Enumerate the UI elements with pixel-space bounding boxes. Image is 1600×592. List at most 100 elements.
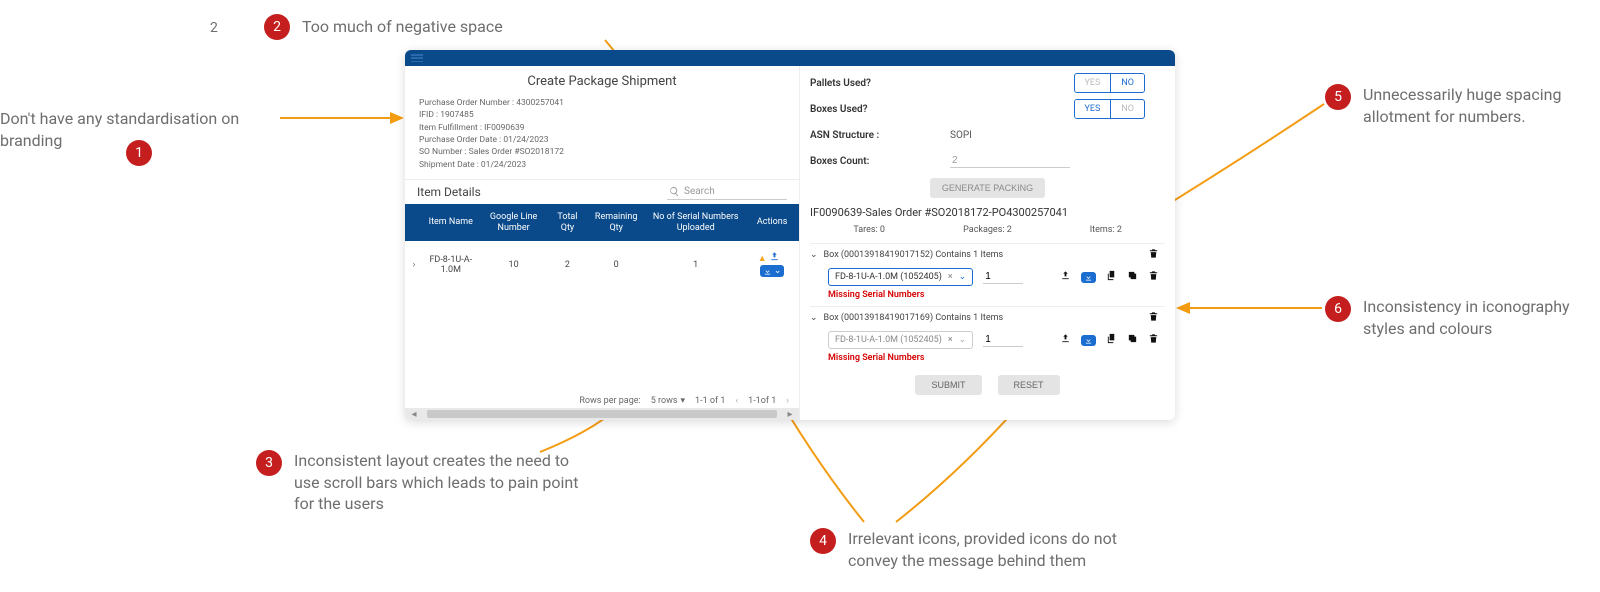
box-2-item-chip[interactable]: FD-8-1U-A-1.0M (1052405) × ⌄ (828, 331, 973, 349)
box-2-chevron-icon[interactable]: ⌄ (810, 313, 818, 323)
annotation-2-text: Too much of negative space (302, 16, 503, 38)
download-pill-caret: ⌄ (774, 266, 782, 276)
box-2: ⌄ Box (00013918419017169) Contains 1 Ite… (810, 306, 1165, 369)
scroll-right-icon[interactable]: ▸ (781, 408, 799, 420)
box-1-chevron-icon[interactable]: ⌄ (810, 250, 818, 260)
box-2-header: ⌄ Box (00013918419017169) Contains 1 Ite… (810, 311, 1165, 325)
box-2-body: FD-8-1U-A-1.0M (1052405) × ⌄ (810, 325, 1165, 351)
box-1-delete-icon[interactable] (1148, 248, 1159, 262)
app-topbar (405, 50, 1175, 66)
search-input-wrap[interactable]: Search (667, 184, 787, 200)
box-2-chip-text: FD-8-1U-A-1.0M (1052405) (835, 335, 942, 345)
scroll-thumb[interactable] (427, 410, 777, 418)
row-asn: ASN Structure : SOPI (810, 122, 1165, 148)
horizontal-scrollbar[interactable]: ◂ ▸ (405, 408, 799, 420)
so-value: Sales Order #SO2018172 (469, 147, 564, 157)
box-2-title: Box (00013918419017169) Contains 1 Items (824, 313, 1004, 323)
podate-label: Purchase Order Date : (419, 135, 501, 145)
boxes-label: Boxes Used? (810, 104, 950, 115)
badge-4: 4 (810, 528, 836, 554)
cell-actions: ▲ ⌄ (745, 241, 799, 289)
badge-6: 6 (1325, 296, 1351, 322)
box-2-chip-clear-icon[interactable]: × (948, 335, 953, 345)
pallets-yes[interactable]: YES (1075, 74, 1111, 92)
hamburger-icon[interactable] (411, 54, 423, 62)
generate-packing-button[interactable]: GENERATE PACKING (930, 178, 1045, 198)
app-window: Create Package Shipment Purchase Order N… (405, 50, 1175, 420)
th-name: Item Name (423, 204, 479, 242)
ifid-value: 1907485 (440, 110, 473, 120)
rows-per-page-label: Rows per page: (579, 396, 640, 406)
th-serials: No of Serial Numbers Uploaded (646, 204, 745, 242)
count-label: Boxes Count: (810, 156, 950, 167)
ship-value: 01/24/2023 (481, 160, 526, 170)
summary-row: Tares: 0 Packages: 2 Items: 2 (810, 223, 1165, 243)
po-label: Purchase Order Number : (419, 98, 514, 108)
cell-gln: 10 (479, 241, 549, 289)
warning-icon[interactable]: ▲ (758, 253, 767, 264)
right-pane: Pallets Used? YES NO Boxes Used? YES NO … (800, 66, 1175, 420)
annotation-4-text: Irrelevant icons, provided icons do not … (848, 528, 1128, 571)
box-1-error: Missing Serial Numbers (810, 288, 1165, 300)
pager-prev[interactable]: ‹ (735, 396, 738, 406)
download-pill[interactable]: ⌄ (760, 265, 785, 277)
box-1-duplicate-icon[interactable] (1127, 270, 1138, 284)
th-expand (405, 204, 423, 242)
item-details-title: Item Details (417, 185, 481, 199)
box-2-upload-icon[interactable] (1060, 333, 1071, 347)
pager-counter-1: 1-1 of 1 (695, 396, 725, 406)
podate-value: 01/24/2023 (503, 135, 548, 145)
badge-1: 1 (126, 140, 152, 166)
asn-label: ASN Structure : (810, 130, 950, 141)
reset-button[interactable]: RESET (998, 375, 1060, 395)
box-1-download-pill[interactable] (1081, 272, 1096, 283)
box-2-delete-icon[interactable] (1148, 311, 1159, 325)
boxes-toggle[interactable]: YES NO (1074, 99, 1146, 119)
items-table: Item Name Google Line Number Total Qty R… (405, 204, 799, 289)
pallets-label: Pallets Used? (810, 78, 950, 89)
row-count: Boxes Count: (810, 148, 1165, 174)
box-1-title: Box (00013918419017152) Contains 1 Items (824, 250, 1004, 260)
box-2-download-pill[interactable] (1081, 335, 1096, 346)
submit-button[interactable]: SUBMIT (915, 375, 981, 395)
box-2-qty-input[interactable] (983, 333, 1023, 347)
rows-per-page-select[interactable]: 5 rows ▾ (651, 396, 685, 406)
summary-items: Items: 2 (1047, 225, 1165, 235)
pallets-toggle[interactable]: YES NO (1074, 73, 1146, 93)
box-1-chip-clear-icon[interactable]: × (948, 272, 953, 282)
box-2-copy-icon[interactable] (1106, 333, 1117, 347)
summary-tares: Tares: 0 (810, 225, 928, 235)
boxes-yes[interactable]: YES (1075, 100, 1112, 118)
box-2-chip-caret-icon[interactable]: ⌄ (959, 335, 967, 345)
annotation-6: 6 Inconsistency in iconography styles an… (1325, 296, 1600, 339)
box-2-duplicate-icon[interactable] (1127, 333, 1138, 347)
box-2-trash-icon[interactable] (1148, 333, 1159, 347)
annotation-3-text: Inconsistent layout creates the need to … (294, 450, 584, 515)
pager-counter-2: 1-1of 1 (748, 396, 776, 406)
upload-icon[interactable] (769, 251, 780, 265)
table-row: › FD-8-1U-A-1.0M 10 2 0 1 ▲ (405, 241, 799, 289)
boxes-no[interactable]: NO (1111, 100, 1144, 118)
search-placeholder: Search (684, 186, 715, 197)
pallets-no[interactable]: NO (1110, 74, 1144, 92)
pager-next[interactable]: › (786, 396, 789, 406)
box-1-upload-icon[interactable] (1060, 270, 1071, 284)
cell-name: FD-8-1U-A-1.0M (423, 241, 479, 289)
cell-remain: 0 (586, 241, 646, 289)
box-1-trash-icon[interactable] (1148, 270, 1159, 284)
annotation-3: 3 Inconsistent layout creates the need t… (256, 450, 584, 515)
app-body: Create Package Shipment Purchase Order N… (405, 66, 1175, 420)
box-1-chip-caret-icon[interactable]: ⌄ (959, 272, 967, 282)
th-gln: Google Line Number (479, 204, 549, 242)
boxes-count-input[interactable] (950, 154, 1070, 168)
box-1-copy-icon[interactable] (1106, 270, 1117, 284)
box-1-item-chip[interactable]: FD-8-1U-A-1.0M (1052405) × ⌄ (828, 268, 973, 286)
th-actions: Actions (745, 204, 799, 242)
so-label: SO Number : (419, 147, 467, 157)
box-1-qty-input[interactable] (983, 270, 1023, 284)
ifid-label: IFID : (419, 110, 438, 120)
expand-row-icon[interactable]: › (413, 260, 416, 270)
box-1: ⌄ Box (00013918419017152) Contains 1 Ite… (810, 243, 1165, 306)
scroll-left-icon[interactable]: ◂ (405, 408, 423, 420)
ship-label: Shipment Date : (419, 160, 479, 170)
